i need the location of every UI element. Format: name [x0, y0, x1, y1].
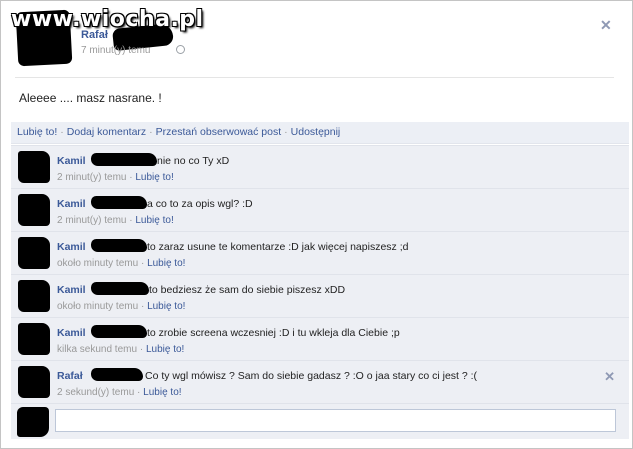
- comment: Rafał Co ty wgl mówisz ? Sam do siebie g…: [11, 360, 629, 403]
- comment-meta: około minuty temu · Lubię to!: [57, 301, 186, 312]
- censor-mark: [91, 239, 147, 252]
- reply-row: [11, 403, 629, 439]
- censor-mark: [91, 153, 157, 166]
- comment-list: Kamil nie no co Ty xD 2 minut(y) temu · …: [11, 145, 629, 439]
- comment-meta: 2 minut(y) temu · Lubię to!: [57, 215, 174, 226]
- post-frame: Rafał 7 minut(y) temu www.wiocha.pl ✕ Al…: [0, 0, 633, 449]
- comment: Kamil to zaraz usune te komentarze :D ja…: [11, 231, 629, 274]
- comment-like-link[interactable]: Lubię to!: [147, 301, 185, 312]
- comment-meta: 2 sekund(y) temu · Lubię to!: [57, 387, 182, 398]
- commenter-avatar[interactable]: [18, 237, 50, 269]
- comment-author[interactable]: Kamil: [57, 284, 86, 296]
- post-actions: Lubię to! · Dodaj komentarz · Przestań obser…: [11, 122, 629, 144]
- comment-text: Co ty wgl mówisz ? Sam do siebie gadasz …: [145, 370, 478, 382]
- comment-text: to zrobie screena wczesniej :D i tu wkle…: [147, 327, 400, 339]
- comment: Kamil to zrobie screena wczesniej :D i t…: [11, 317, 629, 360]
- commenter-avatar[interactable]: [18, 194, 50, 226]
- post-time-text[interactable]: 7 minut(y) temu: [81, 45, 150, 56]
- close-icon[interactable]: ✕: [604, 369, 615, 385]
- comment-text: to bedziesz że sam do siebie piszesz xDD: [149, 284, 346, 296]
- like-post-link[interactable]: Lubię to!: [17, 126, 57, 138]
- comment: Kamil a co to za opis wgl? :D 2 minut(y)…: [11, 188, 629, 231]
- post-text: Aleeee .... masz nasrane. !: [19, 91, 162, 105]
- comment-author[interactable]: Kamil: [57, 241, 86, 253]
- comment-like-link[interactable]: Lubię to!: [146, 344, 184, 355]
- globe-icon: [176, 45, 185, 54]
- post-time[interactable]: 7 minut(y) temu: [81, 45, 150, 56]
- commenter-avatar[interactable]: [18, 280, 50, 312]
- comment-text: a co to za opis wgl? :D: [147, 198, 253, 210]
- share-link[interactable]: Udostępnij: [291, 126, 341, 138]
- comment-text: to zaraz usune te komentarze :D jak więc…: [147, 241, 409, 253]
- censor-mark: [91, 325, 147, 338]
- comment-time[interactable]: kilka sekund temu: [57, 344, 137, 355]
- comment: Kamil to bedziesz że sam do siebie pisze…: [11, 274, 629, 317]
- close-icon[interactable]: ✕: [600, 17, 612, 34]
- comment-author[interactable]: Rafał: [57, 370, 83, 382]
- comment-meta: 2 minut(y) temu · Lubię to!: [57, 172, 174, 183]
- comment-like-link[interactable]: Lubię to!: [135, 215, 173, 226]
- comment-time[interactable]: 2 minut(y) temu: [57, 172, 126, 183]
- comment: Kamil nie no co Ty xD 2 minut(y) temu · …: [11, 145, 629, 188]
- comment-time[interactable]: około minuty temu: [57, 258, 138, 269]
- add-comment-link[interactable]: Dodaj komentarz: [67, 126, 146, 138]
- commenter-avatar[interactable]: [18, 366, 50, 398]
- watermark: www.wiocha.pl: [11, 7, 204, 32]
- divider: [15, 77, 614, 78]
- unfollow-post-link[interactable]: Przestań obserwować post: [156, 126, 281, 138]
- censor-mark: [91, 368, 143, 381]
- comment-time[interactable]: około minuty temu: [57, 301, 138, 312]
- comment-like-link[interactable]: Lubię to!: [135, 172, 173, 183]
- comment-meta: kilka sekund temu · Lubię to!: [57, 344, 185, 355]
- censor-mark: [91, 282, 149, 295]
- commenter-avatar[interactable]: [18, 151, 50, 183]
- commenter-avatar[interactable]: [18, 323, 50, 355]
- comment-time[interactable]: 2 minut(y) temu: [57, 215, 126, 226]
- comment-time[interactable]: 2 sekund(y) temu: [57, 387, 134, 398]
- comment-author[interactable]: Kamil: [57, 327, 86, 339]
- comment-text: nie no co Ty xD: [157, 155, 230, 167]
- current-user-avatar: [17, 407, 49, 437]
- comment-author[interactable]: Kamil: [57, 198, 86, 210]
- comment-author[interactable]: Kamil: [57, 155, 86, 167]
- comment-like-link[interactable]: Lubię to!: [143, 387, 181, 398]
- comment-input[interactable]: [55, 409, 616, 432]
- comment-meta: około minuty temu · Lubię to!: [57, 258, 186, 269]
- censor-mark: [91, 196, 147, 209]
- comment-like-link[interactable]: Lubię to!: [147, 258, 185, 269]
